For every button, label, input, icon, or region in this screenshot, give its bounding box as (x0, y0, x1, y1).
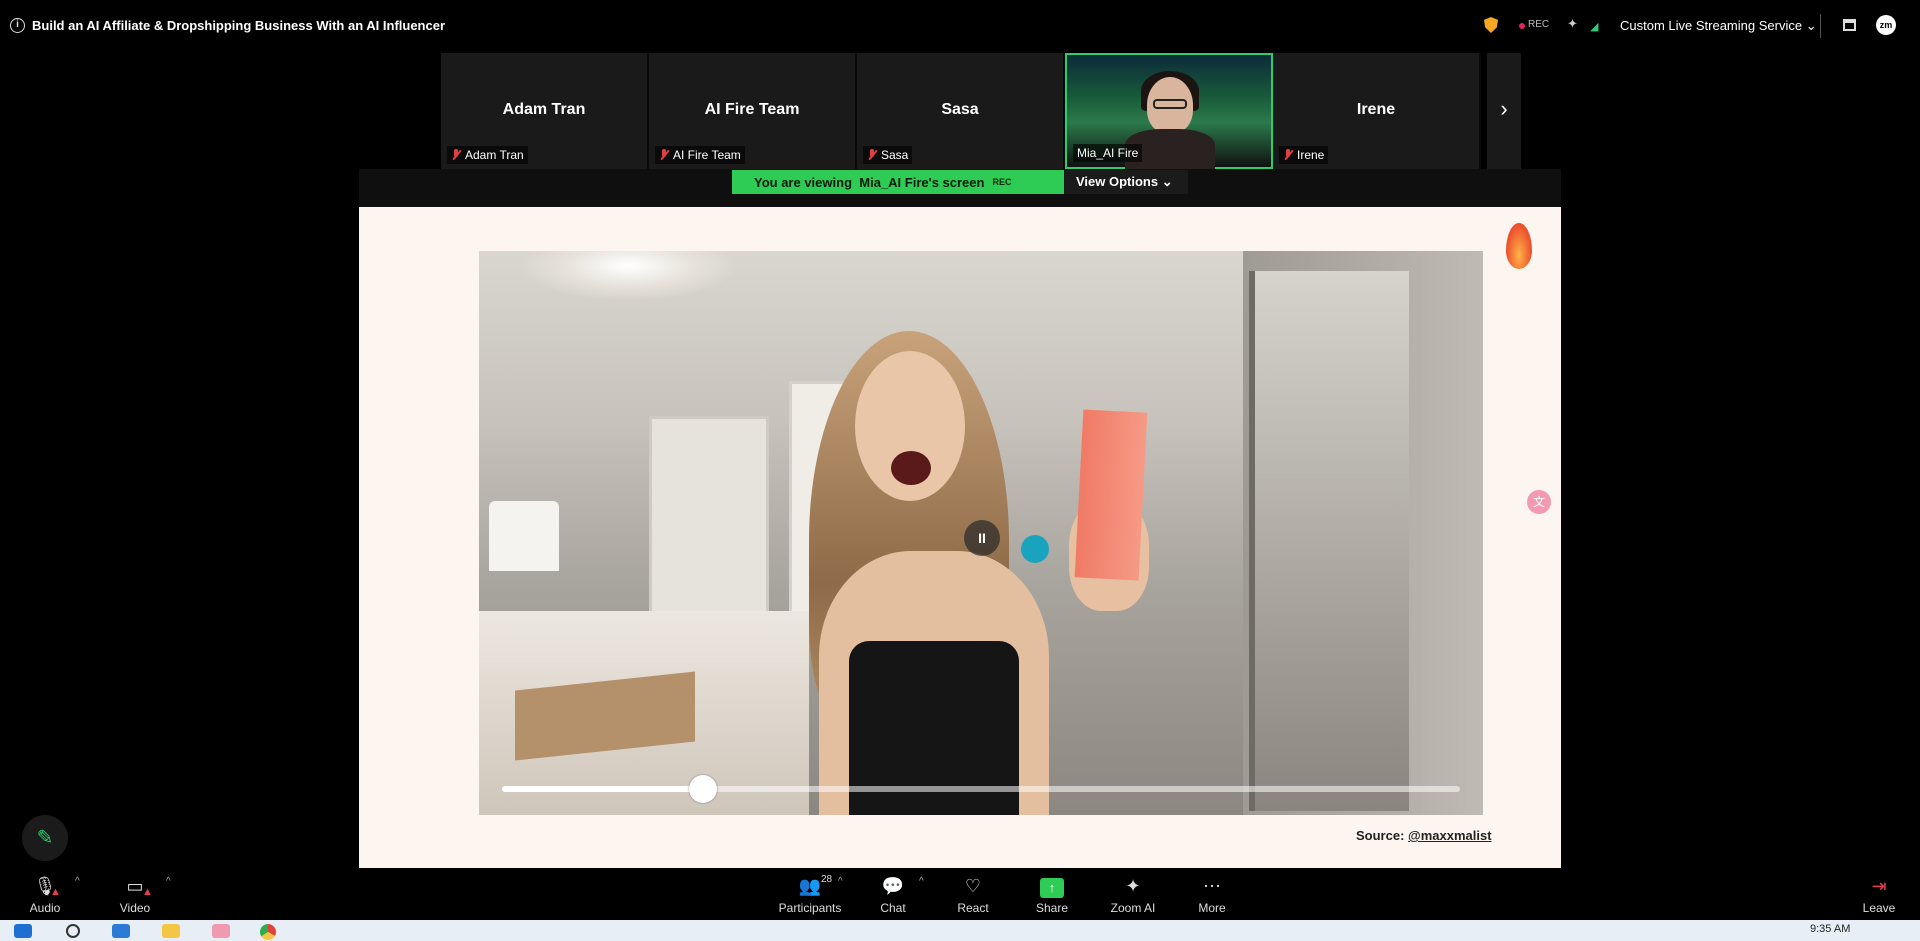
more-label: More (1198, 901, 1226, 915)
zoom-ai-label: Zoom AI (1110, 901, 1156, 915)
pause-icon[interactable]: II (964, 520, 1000, 556)
view-options-label: View Options (1076, 174, 1159, 189)
sparkle-icon: ✦ (1125, 876, 1141, 896)
participant-tile-irene[interactable]: Irene Irene (1273, 53, 1481, 169)
chat-options-caret[interactable]: ^ (919, 876, 924, 887)
file-explorer-icon[interactable] (162, 924, 180, 938)
chat-icon: 💬 (881, 876, 905, 896)
recording-dot-icon (1519, 23, 1525, 29)
participant-name-label: Adam Tran (447, 146, 528, 164)
participant-tile-adam-tran[interactable]: Adam Tran Adam Tran (441, 53, 649, 169)
os-taskbar (0, 920, 1920, 941)
video-scene-lamp (489, 501, 559, 571)
mic-muted-icon (451, 149, 461, 161)
leave-label: Leave (1862, 901, 1896, 915)
heart-icon: ♡ (964, 876, 982, 896)
mic-muted-icon (659, 149, 669, 161)
video-scene-light (519, 251, 739, 301)
paint-icon[interactable] (212, 924, 230, 938)
avatar[interactable]: zm (1876, 15, 1896, 35)
warning-icon: ▲ (142, 886, 153, 898)
participant-label-text: AI Fire Team (673, 148, 741, 162)
warning-icon: ▲ (50, 886, 61, 898)
meeting-title: Build an AI Affiliate & Dropshipping Bus… (32, 18, 446, 33)
pencil-icon[interactable]: ✎ (22, 815, 68, 861)
leave-icon: ⇥ (1871, 876, 1887, 896)
viewing-screen-owner: Mia_AI Fire's screen (859, 174, 985, 190)
info-icon[interactable]: i (10, 18, 25, 33)
participant-tile-ai-fire-team[interactable]: AI Fire Team AI Fire Team (649, 53, 857, 169)
react-button[interactable]: ♡ React (928, 874, 1018, 915)
chrome-icon[interactable] (260, 924, 276, 940)
share-icon: ↑ (1007, 874, 1097, 898)
viewing-prefix: You are viewing (754, 174, 853, 190)
participant-display-name: Irene (1356, 101, 1396, 118)
chat-label: Chat (880, 901, 906, 915)
more-icon: ⋯ (1203, 876, 1221, 896)
video-product-box (1074, 409, 1148, 581)
participant-strip: Adam Tran Adam Tran AI Fire Team AI Fire… (441, 53, 1481, 169)
leave-button[interactable]: ⇥ Leave (1836, 874, 1920, 915)
audio-options-caret[interactable]: ^ (75, 876, 80, 887)
participant-tile-mia-ai-fire[interactable]: Mia_AI Fire (1065, 53, 1273, 169)
ai-companion-icon[interactable]: ✦ (1567, 16, 1578, 32)
react-label: React (957, 901, 989, 915)
participant-video-glasses (1153, 99, 1187, 109)
participant-name-label: AI Fire Team (655, 146, 745, 164)
source-caption: Source: @maxxmalist (1356, 828, 1492, 843)
participant-tile-sasa[interactable]: Sasa Sasa (857, 53, 1065, 169)
viewing-status-pill: You are viewing Mia_AI Fire's screen REC (732, 170, 1064, 194)
live-streaming-menu[interactable]: Custom Live Streaming Service ⌄ (1620, 18, 1817, 34)
video-progress-knob[interactable] (689, 775, 718, 803)
view-options-button[interactable]: View Options ⌄ (1064, 170, 1188, 194)
participant-display-name: Sasa (941, 101, 979, 118)
participant-name-label: Sasa (863, 146, 913, 164)
share-label: Share (1035, 901, 1069, 915)
participant-label-text: Mia_AI Fire (1077, 146, 1139, 160)
chevron-down-icon: ⌄ (1161, 174, 1173, 189)
participant-display-name: Adam Tran (502, 101, 586, 118)
participant-name-label: Mia_AI Fire (1073, 144, 1143, 162)
source-handle-link[interactable]: @maxxmalist (1408, 828, 1492, 843)
chevron-down-icon: ⌄ (1805, 18, 1817, 33)
video-progress-bar[interactable] (502, 775, 1460, 803)
video-progress-fill (502, 786, 704, 792)
source-label: Source: (1356, 828, 1405, 843)
topbar-divider (1820, 14, 1821, 38)
taskbar-clock: 9:35 AM (1810, 923, 1851, 935)
video-scene-mirror (1249, 271, 1409, 811)
participants-label: Participants (778, 901, 842, 915)
ai-fire-logo-icon (1506, 223, 1532, 269)
participant-label-text: Sasa (881, 148, 909, 162)
share-button[interactable]: ↑ Share (1007, 874, 1097, 915)
zoom-ai-button[interactable]: ✦ Zoom AI (1088, 874, 1178, 915)
view-layout-icon[interactable] (1843, 19, 1856, 31)
viewing-rec-label: REC (992, 177, 1012, 187)
outlook-icon[interactable] (112, 924, 130, 938)
participant-display-name: AI Fire Team (704, 101, 800, 118)
recording-label[interactable]: REC (1528, 19, 1549, 30)
participant-name-label: Irene (1279, 146, 1329, 164)
video-subject-mouth (891, 451, 931, 485)
cursor-highlight (1021, 535, 1049, 563)
video-options-caret[interactable]: ^ (166, 876, 171, 887)
mic-muted-icon (1283, 149, 1293, 161)
chevron-right-icon[interactable]: › (1487, 53, 1521, 169)
more-button[interactable]: ⋯ More (1167, 874, 1257, 915)
participants-options-caret[interactable]: ^ (838, 876, 843, 887)
search-icon[interactable] (66, 924, 80, 938)
windows-start-icon[interactable] (14, 924, 32, 938)
participants-count-badge: 28 (821, 874, 833, 885)
mic-muted-icon (867, 149, 877, 161)
participant-label-text: Irene (1297, 148, 1325, 162)
translate-icon[interactable]: 文 (1527, 490, 1551, 514)
participant-label-text: Adam Tran (465, 148, 524, 162)
chat-button[interactable]: 💬 Chat (848, 874, 938, 915)
live-streaming-label: Custom Live Streaming Service (1620, 18, 1803, 33)
connection-signal-icon[interactable]: ◢ (1590, 20, 1598, 33)
